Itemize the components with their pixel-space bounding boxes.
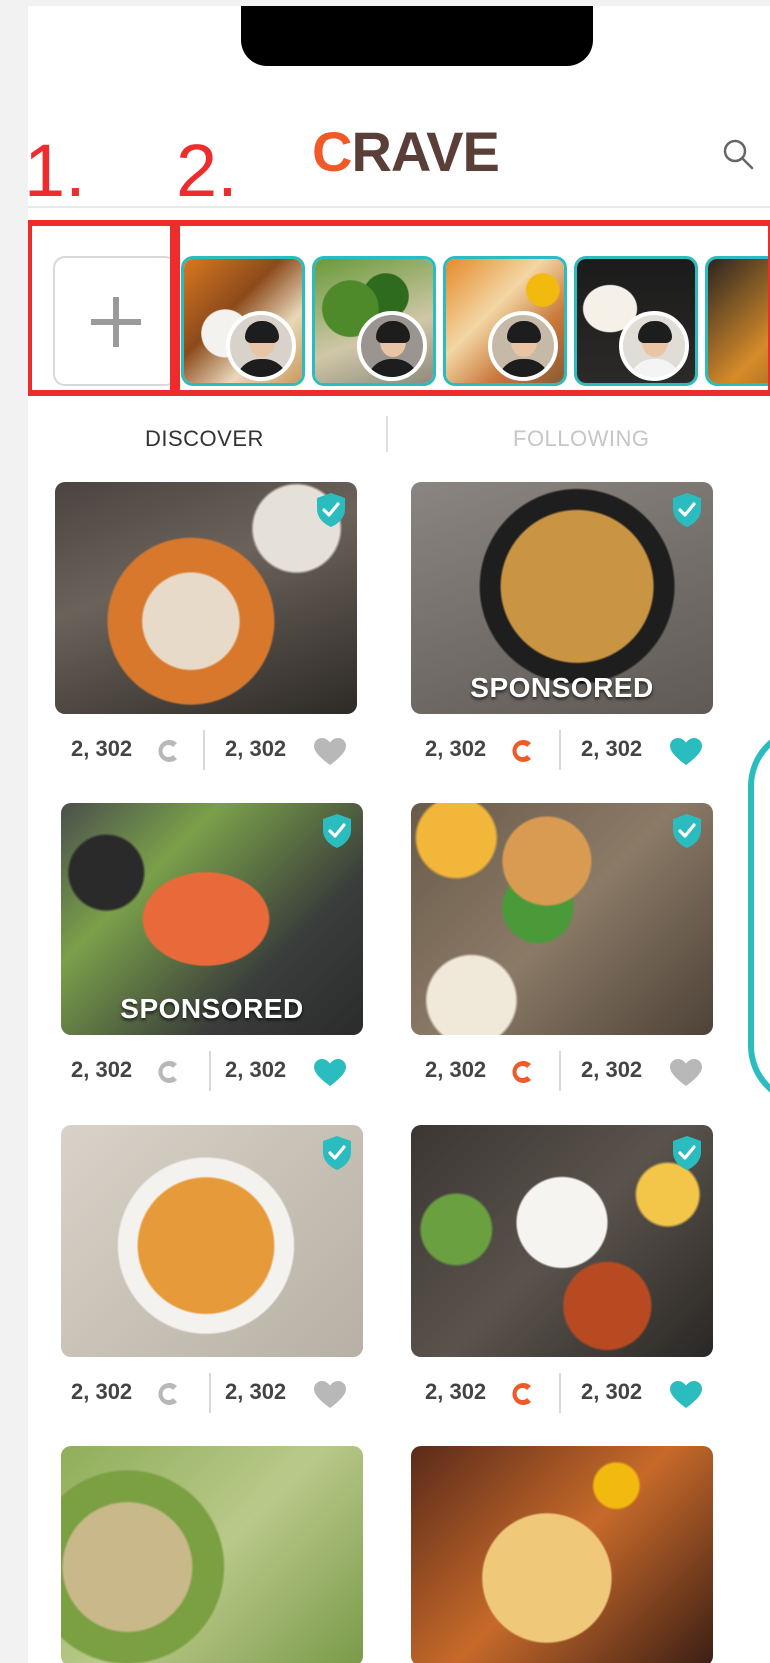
stats-divider: [559, 730, 561, 770]
like-count: 2, 302: [225, 736, 287, 761]
heart-icon[interactable]: [669, 737, 703, 767]
sponsored-label: SPONSORED: [120, 993, 304, 1024]
crave-icon[interactable]: [509, 737, 537, 765]
app-header: CRAVE: [28, 106, 770, 208]
stats-divider: [559, 1051, 561, 1091]
stats-divider: [559, 1373, 561, 1413]
annotation-label-2: 2.: [176, 129, 238, 212]
food-image: [61, 1446, 363, 1663]
card-stats: 2, 302 2, 302: [61, 1051, 363, 1091]
card-stats: 2, 302 2, 302: [411, 1373, 713, 1413]
heart-icon[interactable]: [313, 737, 347, 767]
tab-following[interactable]: FOLLOWING: [513, 426, 650, 452]
food-image: [61, 1125, 363, 1357]
verified-badge-icon: [323, 1136, 351, 1170]
food-image: [411, 1125, 713, 1357]
search-icon[interactable]: [720, 136, 756, 172]
feed-card[interactable]: SPONSORED 2, 302 2, 302: [61, 803, 363, 1111]
feed-card[interactable]: 2, 302 2, 302: [61, 1125, 363, 1433]
verified-badge-icon: [673, 814, 701, 848]
like-count: 2, 302: [581, 1379, 643, 1404]
verified-badge-icon: [673, 493, 701, 527]
card-stats: 2, 302 2, 302: [411, 730, 713, 770]
food-image: [55, 482, 357, 714]
annotation-label-1: 1.: [28, 129, 86, 212]
stats-divider: [203, 730, 205, 770]
card-stats: 2, 302 2, 302: [55, 730, 357, 770]
food-image: SPONSORED: [411, 482, 713, 714]
feed-card[interactable]: 2, 302 2, 302: [55, 482, 357, 790]
feed-card[interactable]: 2, 302 2, 302: [411, 1125, 713, 1433]
crave-icon[interactable]: [155, 1058, 183, 1086]
feed-card[interactable]: [411, 1446, 713, 1663]
crave-icon[interactable]: [509, 1058, 537, 1086]
verified-badge-icon: [317, 493, 345, 527]
sponsored-label: SPONSORED: [470, 672, 654, 703]
crave-icon[interactable]: [509, 1380, 537, 1408]
verified-badge-icon: [673, 1136, 701, 1170]
food-image: [411, 1446, 713, 1663]
annotation-box-1: [28, 220, 176, 396]
crave-count: 2, 302: [425, 1057, 487, 1082]
tab-divider: [386, 416, 388, 452]
food-image: [411, 803, 713, 1035]
crave-count: 2, 302: [425, 1379, 487, 1404]
tab-discover[interactable]: DISCOVER: [145, 426, 264, 452]
feed-card[interactable]: 2, 302 2, 302: [411, 803, 713, 1111]
heart-icon[interactable]: [313, 1058, 347, 1088]
crave-logo[interactable]: CRAVE: [312, 124, 500, 180]
annotation-box-2: [174, 220, 770, 396]
card-stats: 2, 302 2, 302: [61, 1373, 363, 1413]
feed-card[interactable]: SPONSORED 2, 302 2, 302: [411, 482, 713, 790]
phone-notch: [241, 6, 593, 66]
heart-icon[interactable]: [669, 1058, 703, 1088]
feed-card[interactable]: [61, 1446, 363, 1663]
crave-icon[interactable]: [155, 1380, 183, 1408]
stats-divider: [209, 1051, 211, 1091]
verified-badge-icon: [323, 814, 351, 848]
stats-divider: [209, 1373, 211, 1413]
floating-side-button[interactable]: [748, 726, 770, 1106]
like-count: 2, 302: [225, 1057, 287, 1082]
heart-icon[interactable]: [313, 1380, 347, 1410]
crave-icon[interactable]: [155, 737, 183, 765]
like-count: 2, 302: [581, 1057, 643, 1082]
crave-count: 2, 302: [71, 1379, 133, 1404]
crave-count: 2, 302: [71, 1057, 133, 1082]
heart-icon[interactable]: [669, 1380, 703, 1410]
card-stats: 2, 302 2, 302: [411, 1051, 713, 1091]
like-count: 2, 302: [581, 736, 643, 761]
food-image: SPONSORED: [61, 803, 363, 1035]
crave-count: 2, 302: [71, 736, 133, 761]
feed-tabs: DISCOVER FOLLOWING: [28, 406, 770, 466]
phone-screen: CRAVE 1. 2. DISCOVER FOLLOWING 2, 302 2,…: [28, 6, 770, 1663]
crave-count: 2, 302: [425, 736, 487, 761]
like-count: 2, 302: [225, 1379, 287, 1404]
